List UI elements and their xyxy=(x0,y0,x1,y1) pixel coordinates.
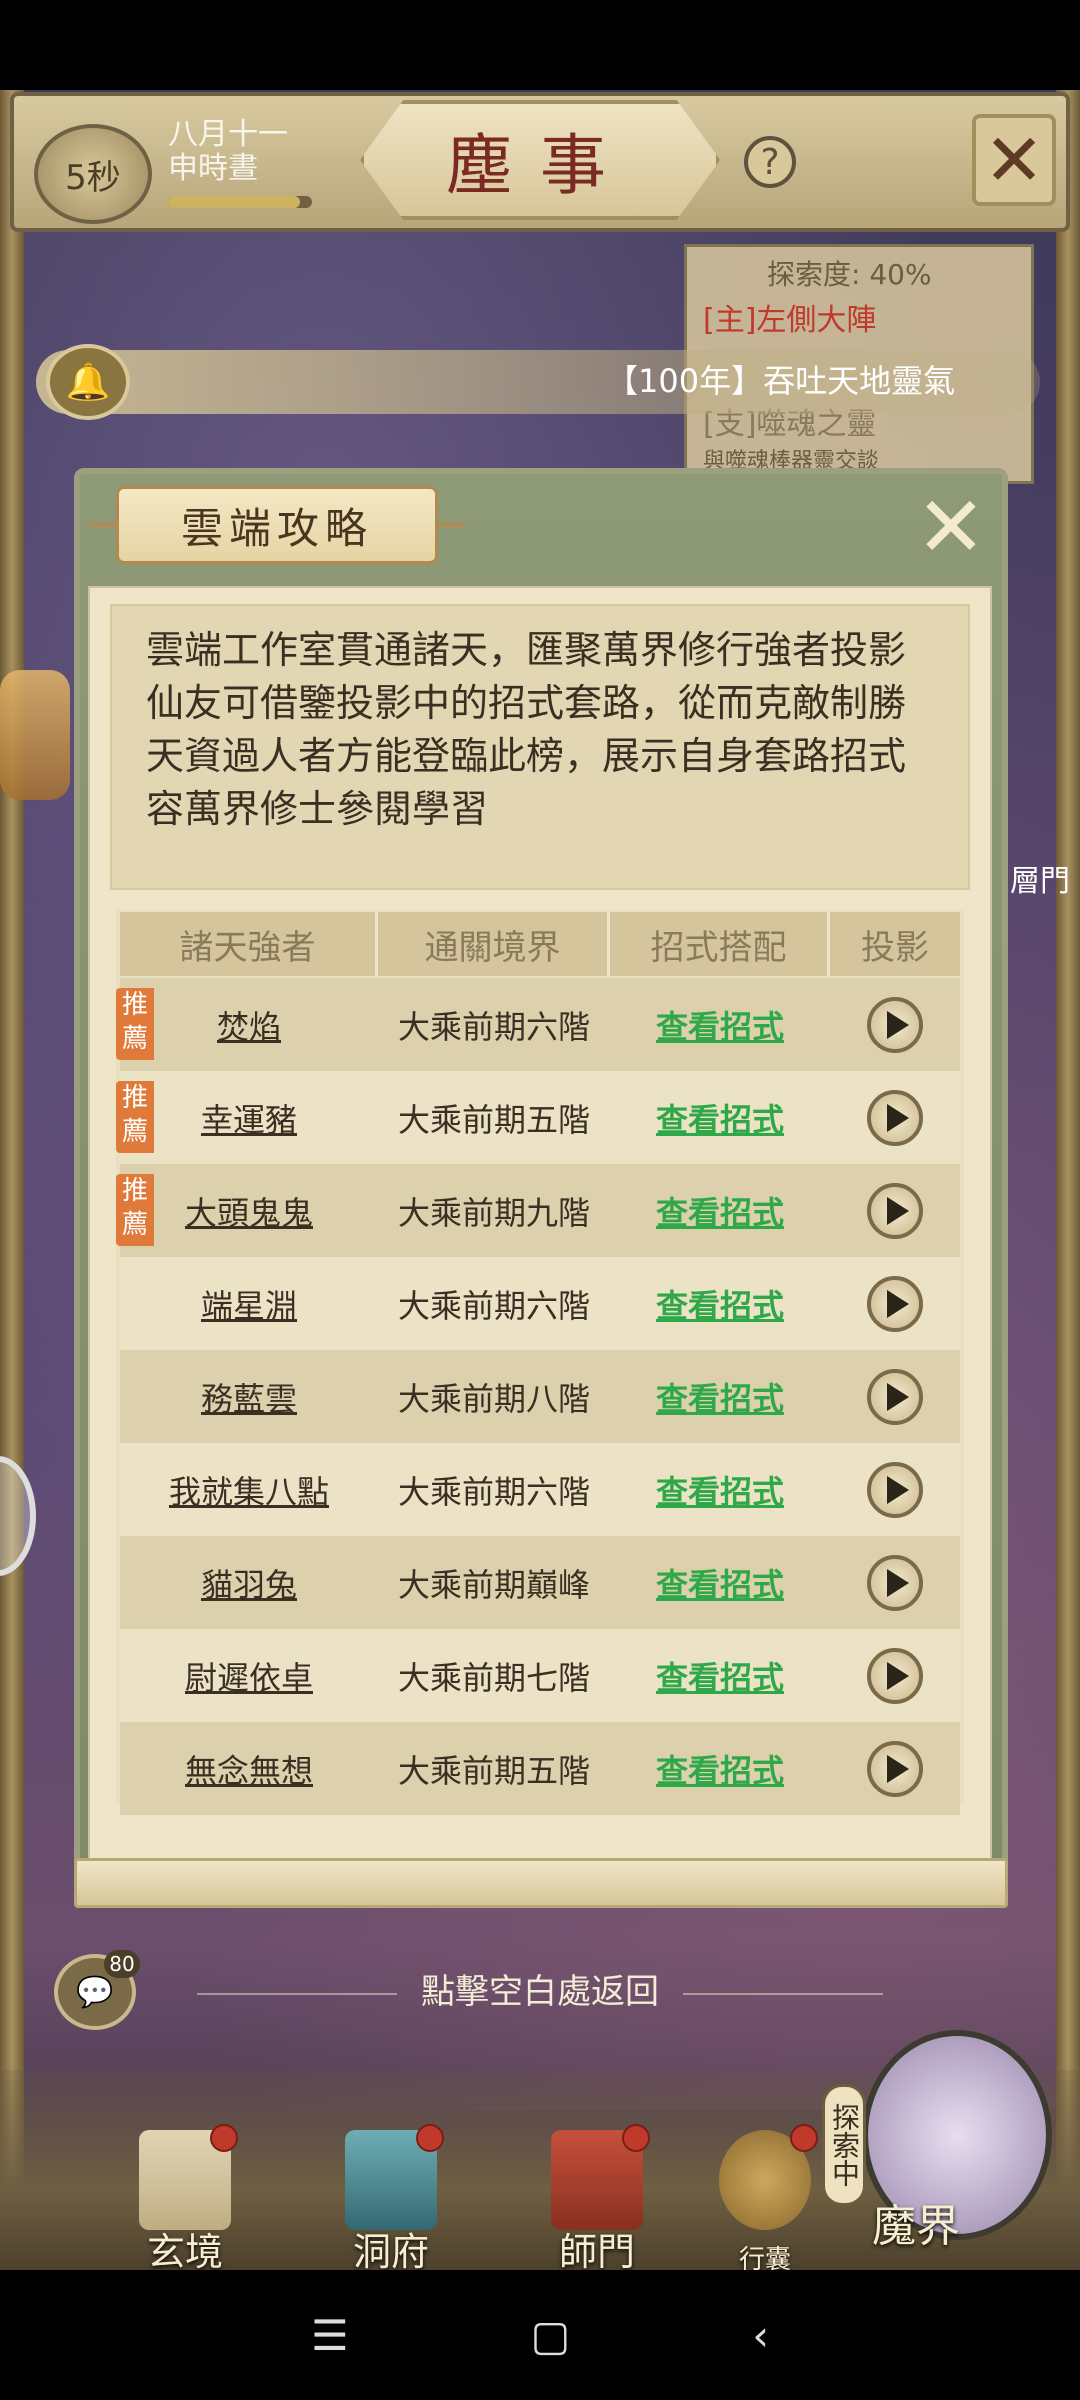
chat-badge: 80 xyxy=(104,1950,140,1978)
table-row: 務藍雲 大乘前期八階 查看招式 xyxy=(120,1350,960,1443)
view-moves-link[interactable]: 查看招式 xyxy=(656,1002,784,1048)
nav-label: 洞府 xyxy=(352,2230,429,2274)
notification-dot xyxy=(416,2124,444,2152)
exploring-tag: 探索中 xyxy=(822,2084,866,2206)
nav-label: 師門 xyxy=(558,2230,635,2274)
play-icon[interactable] xyxy=(867,1740,923,1797)
date-progress-bar xyxy=(168,196,312,208)
notification-dot xyxy=(210,2124,238,2152)
play-icon[interactable] xyxy=(867,1182,923,1239)
table-row: 幸運豬 大乘前期五階 查看招式 xyxy=(120,1071,960,1164)
recommend-badge: 推薦 xyxy=(116,1081,154,1153)
table-row: 我就集八點 大乘前期六階 查看招式 xyxy=(120,1443,960,1536)
home-icon[interactable]: ▢ xyxy=(531,2311,571,2360)
system-nav-bar: ☰ ▢ ‹ xyxy=(0,2270,1080,2400)
table-row: 大頭鬼鬼 大乘前期九階 查看招式 xyxy=(120,1164,960,1257)
notification-dot xyxy=(622,2124,650,2152)
player-name[interactable]: 大頭鬼鬼 xyxy=(185,1188,313,1234)
play-icon[interactable] xyxy=(867,1647,923,1704)
view-moves-link[interactable]: 查看招式 xyxy=(656,1095,784,1141)
view-moves-link[interactable]: 查看招式 xyxy=(656,1188,784,1234)
nav-bag[interactable]: 行囊 xyxy=(700,2124,830,2275)
play-icon[interactable] xyxy=(867,1368,923,1425)
realm-value: 大乘前期六階 xyxy=(397,1286,590,1325)
view-moves-link[interactable]: 查看招式 xyxy=(656,1467,784,1513)
nav-label: 玄境 xyxy=(146,2230,223,2274)
player-name[interactable]: 焚焰 xyxy=(217,1002,281,1048)
main-quest[interactable]: [主]左側大陣 xyxy=(703,295,876,339)
date-progress-fill xyxy=(168,196,301,208)
game-date: 八月十一 申時晝 xyxy=(168,118,288,186)
question-icon[interactable]: ? xyxy=(744,136,796,188)
view-moves-link[interactable]: 查看招式 xyxy=(656,1281,784,1327)
play-icon[interactable] xyxy=(867,1275,923,1332)
view-moves-link[interactable]: 查看招式 xyxy=(656,1374,784,1420)
nav-xuanjing[interactable]: 玄境 xyxy=(120,2124,250,2274)
table-row: 無念無想 大乘前期五階 查看招式 xyxy=(120,1722,960,1815)
table-row: 端星淵 大乘前期六階 查看招式 xyxy=(120,1257,960,1350)
scroll-roller xyxy=(74,1858,1008,1908)
header-realm: 通關境界 xyxy=(378,912,610,976)
notification-dot xyxy=(790,2124,818,2152)
table-row: 尉遲依卓 大乘前期七階 查看招式 xyxy=(120,1629,960,1722)
demon-realm-label: 魔界 xyxy=(872,2201,960,2252)
player-name[interactable]: 無念無想 xyxy=(185,1746,313,1792)
realm-value: 大乘前期九階 xyxy=(397,1193,590,1232)
dialog-title: 雲端攻略 xyxy=(89,486,465,564)
header-projection: 投影 xyxy=(861,927,929,968)
date-day: 八月十一 xyxy=(168,117,288,152)
lantern-decoration xyxy=(0,670,70,800)
realm-value: 大乘前期七階 xyxy=(397,1658,590,1697)
side-label: 層門 xyxy=(1010,864,1070,899)
realm-value: 大乘前期巔峰 xyxy=(397,1565,590,1604)
timer-badge: 5秒 xyxy=(34,124,152,224)
realm-value: 大乘前期八階 xyxy=(397,1379,590,1418)
recommend-badge: 推薦 xyxy=(116,988,154,1060)
page-title: 塵事 xyxy=(360,100,720,220)
player-name[interactable]: 貓羽兔 xyxy=(201,1560,297,1606)
bell-icon[interactable]: 🔔 xyxy=(46,344,130,420)
play-icon[interactable] xyxy=(867,1089,923,1146)
view-moves-link[interactable]: 查看招式 xyxy=(656,1560,784,1606)
dialog-description: 雲端工作室貫通諸天，匯聚萬界修行強者投影 仙友可借鑒投影中的招式套路，從而克敵制… xyxy=(110,604,970,890)
crossed-swords-icon[interactable]: ✕ xyxy=(972,114,1056,206)
realm-value: 大乘前期五階 xyxy=(397,1100,590,1139)
menu-icon[interactable]: ☰ xyxy=(311,2311,349,2360)
table-row: 焚焰 大乘前期六階 查看招式 xyxy=(120,978,960,1071)
player-name[interactable]: 端星淵 xyxy=(201,1281,297,1327)
recommend-badge: 推薦 xyxy=(116,1174,154,1246)
notice-text: 【100年】吞吐天地靈氣 xyxy=(606,362,956,400)
play-icon[interactable] xyxy=(867,1461,923,1518)
nav-shimen[interactable]: 師門 xyxy=(532,2124,662,2274)
left-frame xyxy=(0,90,24,2270)
table-header: 諸天強者 通關境界 招式搭配 投影 xyxy=(120,912,960,976)
nav-dongfu[interactable]: 洞府 xyxy=(326,2124,456,2274)
return-hint[interactable]: 點擊空白處返回 xyxy=(0,1964,1080,2013)
player-name[interactable]: 我就集八點 xyxy=(169,1467,329,1513)
view-moves-link[interactable]: 查看招式 xyxy=(656,1746,784,1792)
player-name[interactable]: 幸運豬 xyxy=(201,1095,297,1141)
view-moves-link[interactable]: 查看招式 xyxy=(656,1653,784,1699)
realm-value: 大乘前期六階 xyxy=(397,1472,590,1511)
table-row: 貓羽兔 大乘前期巔峰 查看招式 xyxy=(120,1536,960,1629)
header-player: 諸天強者 xyxy=(120,912,378,976)
play-icon[interactable] xyxy=(867,996,923,1053)
description-text: 雲端工作室貫通諸天，匯聚萬界修行強者投影 仙友可借鑒投影中的招式套路，從而克敵制… xyxy=(146,628,907,831)
play-icon[interactable] xyxy=(867,1554,923,1611)
realm-value: 大乘前期五階 xyxy=(397,1751,590,1790)
explore-progress: 探索度: 40% xyxy=(767,258,932,291)
player-name[interactable]: 務藍雲 xyxy=(201,1374,297,1420)
right-frame xyxy=(1056,90,1080,2270)
header-moves: 招式搭配 xyxy=(610,912,830,976)
player-name[interactable]: 尉遲依卓 xyxy=(185,1653,313,1699)
back-icon[interactable]: ‹ xyxy=(752,2311,769,2360)
close-x-icon[interactable]: ✕ xyxy=(912,485,990,569)
date-time: 申時晝 xyxy=(168,151,258,186)
realm-value: 大乘前期六階 xyxy=(397,1007,590,1046)
